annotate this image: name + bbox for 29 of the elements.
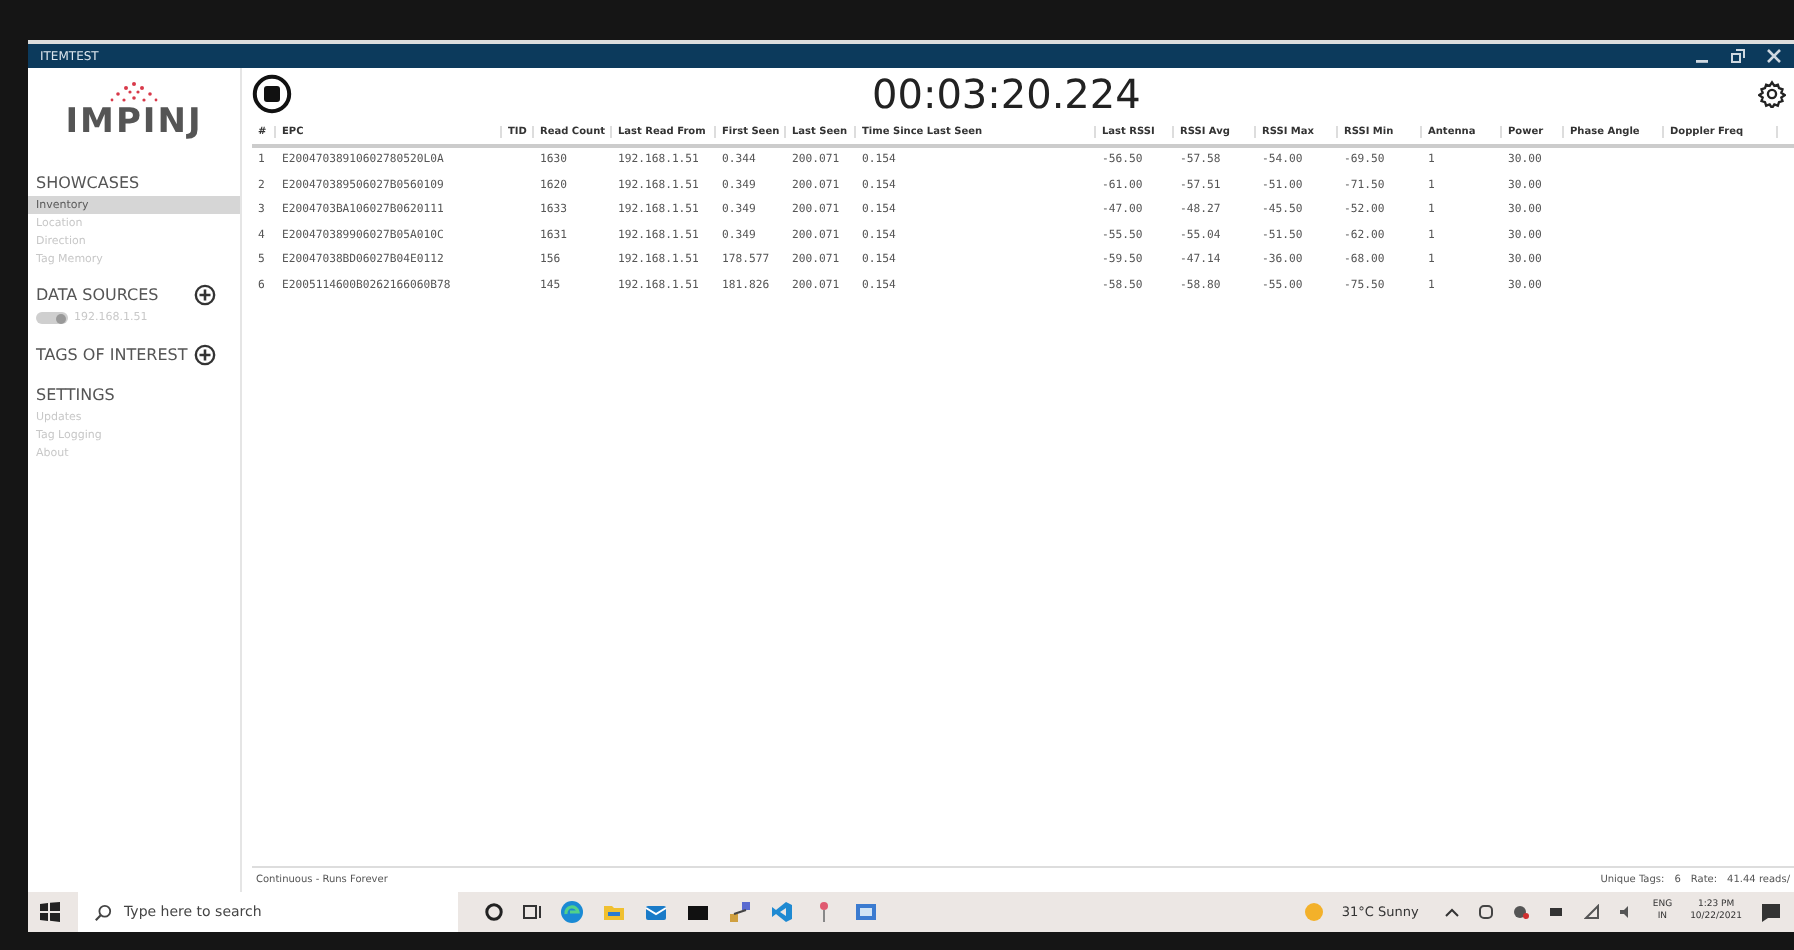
notification-icon[interactable] <box>1760 901 1782 923</box>
close-icon[interactable] <box>1766 48 1782 64</box>
section-heading: TAGS OF INTEREST <box>36 345 188 363</box>
folder-icon[interactable] <box>602 900 626 924</box>
windows-start-icon[interactable] <box>40 902 60 922</box>
restore-icon[interactable] <box>1730 48 1746 64</box>
elapsed-timer: 00:03:20.224 <box>872 70 1141 118</box>
add-icon[interactable] <box>194 343 216 365</box>
section-heading: DATA SOURCES <box>36 285 159 303</box>
stop-icon[interactable] <box>252 74 292 114</box>
mail-icon[interactable] <box>644 900 668 924</box>
sun-icon <box>1303 902 1324 922</box>
settings-icon[interactable] <box>1758 80 1786 108</box>
section-heading: SHOWCASES <box>36 173 140 191</box>
network-app-icon[interactable] <box>728 900 752 924</box>
add-icon[interactable] <box>194 283 216 305</box>
circle-icon[interactable] <box>484 902 504 922</box>
code-editor-icon[interactable] <box>770 900 794 924</box>
browser-icon[interactable] <box>560 900 584 924</box>
chevron-up-icon[interactable] <box>1444 904 1461 920</box>
section-heading: SETTINGS <box>36 385 115 403</box>
toggle-switch[interactable] <box>36 312 68 324</box>
terminal-icon[interactable] <box>686 900 710 924</box>
window-app-icon[interactable] <box>854 900 878 924</box>
tray-icon[interactable] <box>1478 904 1495 920</box>
battery-icon[interactable] <box>1548 904 1567 920</box>
task-view-icon[interactable] <box>522 902 542 922</box>
logo: IMPINJ <box>65 104 203 140</box>
search-icon <box>94 903 112 921</box>
